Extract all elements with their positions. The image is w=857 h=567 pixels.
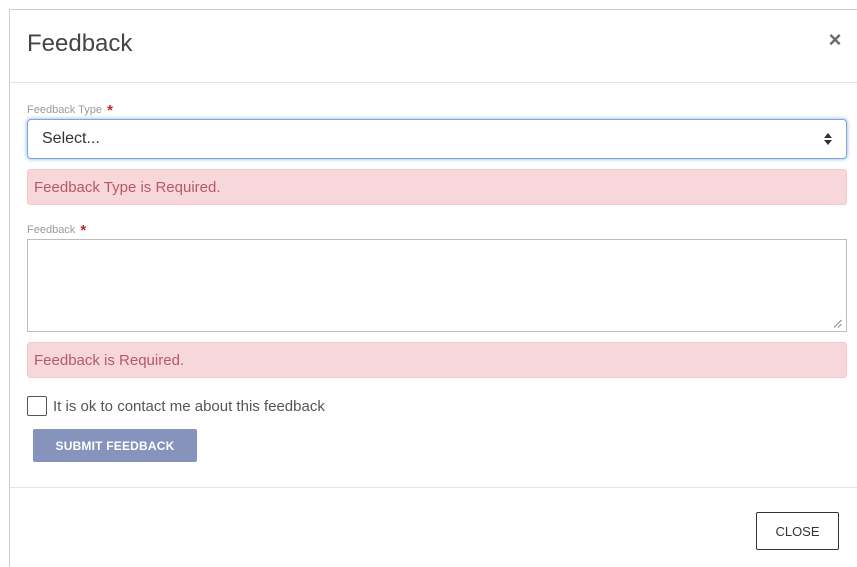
feedback-type-label-text: Feedback Type: [27, 104, 103, 116]
feedback-type-selected-value: Select...: [42, 130, 100, 147]
select-updown-arrows-icon: [824, 133, 832, 145]
close-button[interactable]: CLOSE: [756, 512, 839, 550]
feedback-type-error-text: Feedback Type is Required.: [34, 179, 221, 196]
feedback-type-select[interactable]: Select...: [27, 119, 847, 159]
modal-header: Feedback ×: [10, 10, 857, 83]
feedback-error-text: Feedback is Required.: [34, 352, 185, 369]
resize-grip-icon[interactable]: [833, 319, 842, 328]
feedback-modal: Feedback × Feedback Type * Select... Fee…: [9, 9, 857, 567]
feedback-error: Feedback is Required.: [27, 342, 847, 378]
feedback-label: Feedback *: [27, 222, 86, 239]
feedback-type-error: Feedback Type is Required.: [27, 169, 847, 205]
close-icon[interactable]: ×: [823, 28, 847, 52]
feedback-textarea[interactable]: [27, 239, 847, 332]
submit-feedback-button[interactable]: SUBMIT FEEDBACK: [33, 429, 197, 462]
feedback-type-label: Feedback Type *: [27, 102, 113, 119]
modal-title: Feedback: [27, 30, 133, 57]
contact-checkbox[interactable]: [27, 396, 47, 416]
modal-footer: CLOSE: [10, 487, 857, 567]
feedback-label-text: Feedback: [27, 224, 76, 236]
required-asterisk-icon: *: [80, 222, 87, 239]
contact-checkbox-label[interactable]: It is ok to contact me about this feedba…: [53, 398, 325, 415]
required-asterisk-icon: *: [107, 102, 113, 119]
